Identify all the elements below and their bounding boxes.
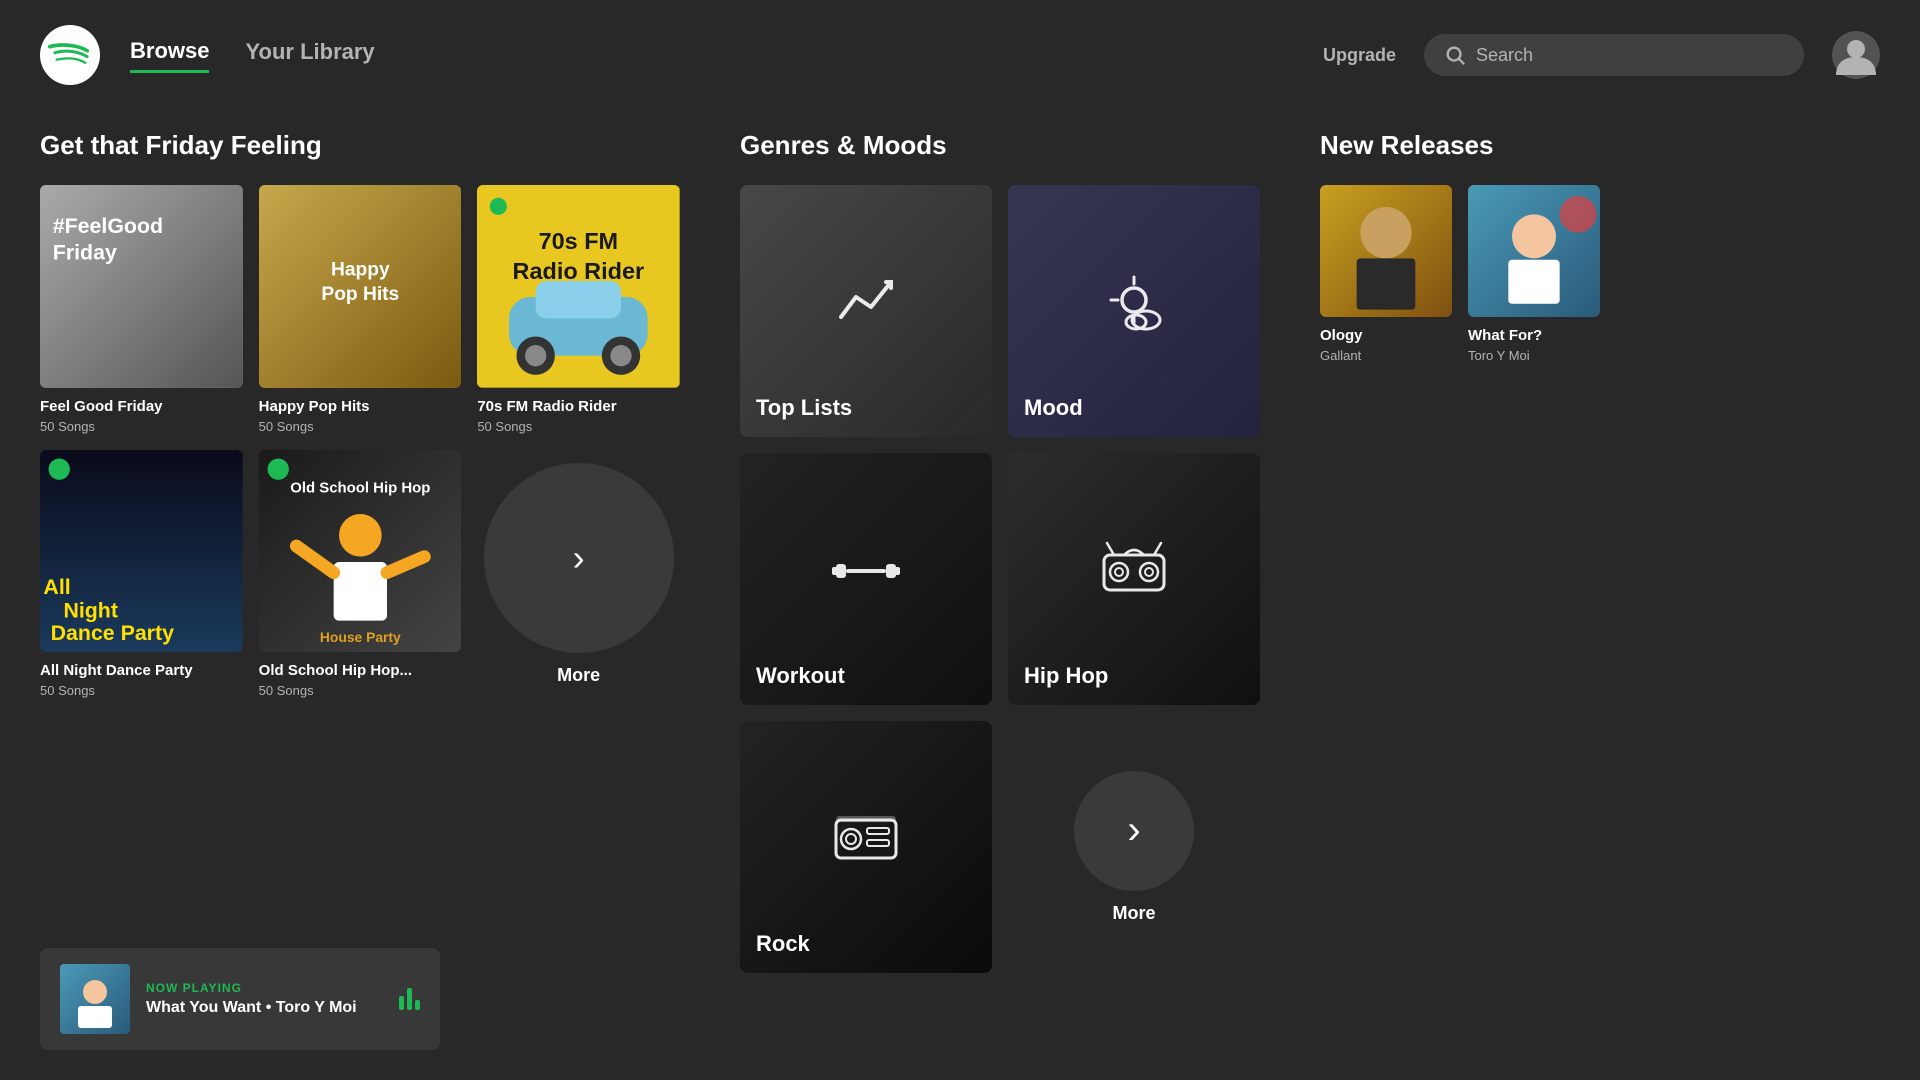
friday-feeling-section: Get that Friday Feeling (40, 130, 680, 980)
svg-text:70s FM: 70s FM (539, 228, 619, 254)
new-releases-title: New Releases (1320, 130, 1880, 161)
svg-text:#FeelGood: #FeelGood (53, 214, 163, 238)
70s-fm-art: 70s FM Radio Rider (477, 185, 680, 388)
genre-label-workout: Workout (740, 647, 861, 705)
now-playing-info: NOW PLAYING What You Want • Toro Y Moi (146, 981, 383, 1017)
now-playing-song: What You Want • Toro Y Moi (146, 999, 383, 1017)
user-avatar[interactable] (1832, 31, 1880, 79)
playlist-grid: #FeelGood Friday Feel Good Friday 50 Son… (40, 185, 680, 698)
playlist-name: Happy Pop Hits (259, 398, 462, 415)
playlist-card-happy-pop[interactable]: Happy Pop Hits Happy Pop Hits 50 Songs (259, 185, 462, 434)
what-for-art (1468, 185, 1600, 317)
genres-moods-title: Genres & Moods (740, 130, 1260, 161)
app-header: Browse Your Library Upgrade (0, 0, 1920, 110)
svg-text:Dance Party: Dance Party (51, 621, 174, 645)
nav-library[interactable]: Your Library (245, 39, 374, 71)
genre-label-top-lists: Top Lists (740, 379, 868, 437)
playlist-name: 70s FM Radio Rider (477, 398, 680, 415)
playlist-card-70s-fm[interactable]: 70s FM Radio Rider 70s FM Radio Rider 50… (477, 185, 680, 434)
genre-card-hip-hop[interactable]: Hip Hop (1008, 453, 1260, 705)
release-grid: Ology Gallant (1320, 185, 1600, 363)
feel-good-art: #FeelGood Friday (40, 185, 243, 388)
genre-card-workout[interactable]: Workout (740, 453, 992, 705)
svg-text:Night: Night (63, 598, 118, 622)
genre-card-rock[interactable]: Rock (740, 721, 992, 973)
mood-icon (1104, 272, 1164, 337)
playlist-card-feel-good[interactable]: #FeelGood Friday Feel Good Friday 50 Son… (40, 185, 243, 434)
svg-text:Old School Hip Hop: Old School Hip Hop (290, 479, 430, 496)
happy-pop-art: Happy Pop Hits (259, 185, 462, 388)
chevron-right-genres-icon: › (1127, 808, 1140, 853)
genre-label-hip-hop: Hip Hop (1008, 647, 1124, 705)
upgrade-button[interactable]: Upgrade (1323, 45, 1396, 66)
eq-bar-1 (399, 996, 404, 1010)
old-school-art: Old School Hip Hop House Party (259, 450, 462, 653)
genre-grid: Top Lists Mood (740, 185, 1260, 973)
top-lists-icon (836, 272, 896, 337)
friday-feeling-title: Get that Friday Feeling (40, 130, 680, 161)
genres-moods-section: Genres & Moods Top Lists (740, 130, 1260, 980)
more-genres-label: More (1112, 903, 1155, 924)
hip-hop-icon (1099, 540, 1169, 605)
genre-label-mood: Mood (1008, 379, 1099, 437)
eq-bar-3 (415, 1000, 420, 1010)
chevron-right-icon: › (573, 537, 585, 579)
header-right: Upgrade (1323, 31, 1880, 79)
new-releases-section: New Releases (1320, 130, 1880, 980)
playlist-name: All Night Dance Party (40, 662, 243, 679)
playlist-songs: 50 Songs (259, 683, 462, 698)
release-artist: Toro Y Moi (1468, 348, 1600, 363)
now-playing-bar[interactable]: NOW PLAYING What You Want • Toro Y Moi (40, 948, 440, 1050)
genre-card-mood[interactable]: Mood (1008, 185, 1260, 437)
nav-browse[interactable]: Browse (130, 38, 209, 73)
now-playing-label: NOW PLAYING (146, 981, 383, 995)
release-card-ology[interactable]: Ology Gallant (1320, 185, 1452, 363)
eq-bar-2 (407, 988, 412, 1010)
equalizer-icon (399, 988, 420, 1010)
playlist-card-old-school[interactable]: Old School Hip Hop House Party Old Schoo… (259, 450, 462, 699)
playlist-name: Feel Good Friday (40, 398, 243, 415)
release-name: Ology (1320, 327, 1452, 344)
playlist-card-all-night[interactable]: All Night Dance Party All Night Dance Pa… (40, 450, 243, 699)
search-input[interactable] (1476, 45, 1784, 66)
spotify-logo[interactable] (40, 25, 100, 85)
search-icon (1444, 44, 1466, 66)
all-night-art: All Night Dance Party (40, 450, 243, 653)
playlist-songs: 50 Songs (40, 683, 243, 698)
svg-text:All: All (43, 575, 70, 599)
main-content: Get that Friday Feeling (0, 110, 1920, 980)
svg-text:Friday: Friday (53, 241, 117, 265)
svg-text:House Party: House Party (320, 629, 401, 645)
release-artist: Gallant (1320, 348, 1452, 363)
playlist-songs: 50 Songs (259, 419, 462, 434)
workout-icon (831, 546, 901, 601)
playlist-songs: 50 Songs (477, 419, 680, 434)
svg-text:Pop Hits: Pop Hits (321, 284, 399, 305)
more-playlists-button[interactable]: › More (477, 450, 680, 699)
svg-text:Radio Rider: Radio Rider (513, 258, 645, 284)
more-genres-circle: › (1074, 771, 1194, 891)
ology-art (1320, 185, 1452, 317)
more-playlists-label: More (557, 665, 600, 686)
playlist-name: Old School Hip Hop... (259, 662, 462, 679)
rock-icon (831, 808, 901, 873)
genre-label-rock: Rock (740, 915, 826, 973)
more-playlists-circle: › (484, 463, 674, 653)
playlist-songs: 50 Songs (40, 419, 243, 434)
svg-text:Happy: Happy (331, 260, 390, 281)
release-card-what-for[interactable]: What For? Toro Y Moi (1468, 185, 1600, 363)
genre-card-top-lists[interactable]: Top Lists (740, 185, 992, 437)
main-nav: Browse Your Library (130, 38, 375, 73)
release-name: What For? (1468, 327, 1600, 344)
now-playing-thumb (60, 964, 130, 1034)
search-bar[interactable] (1424, 34, 1804, 76)
more-genres-button[interactable]: › More (1008, 721, 1260, 973)
